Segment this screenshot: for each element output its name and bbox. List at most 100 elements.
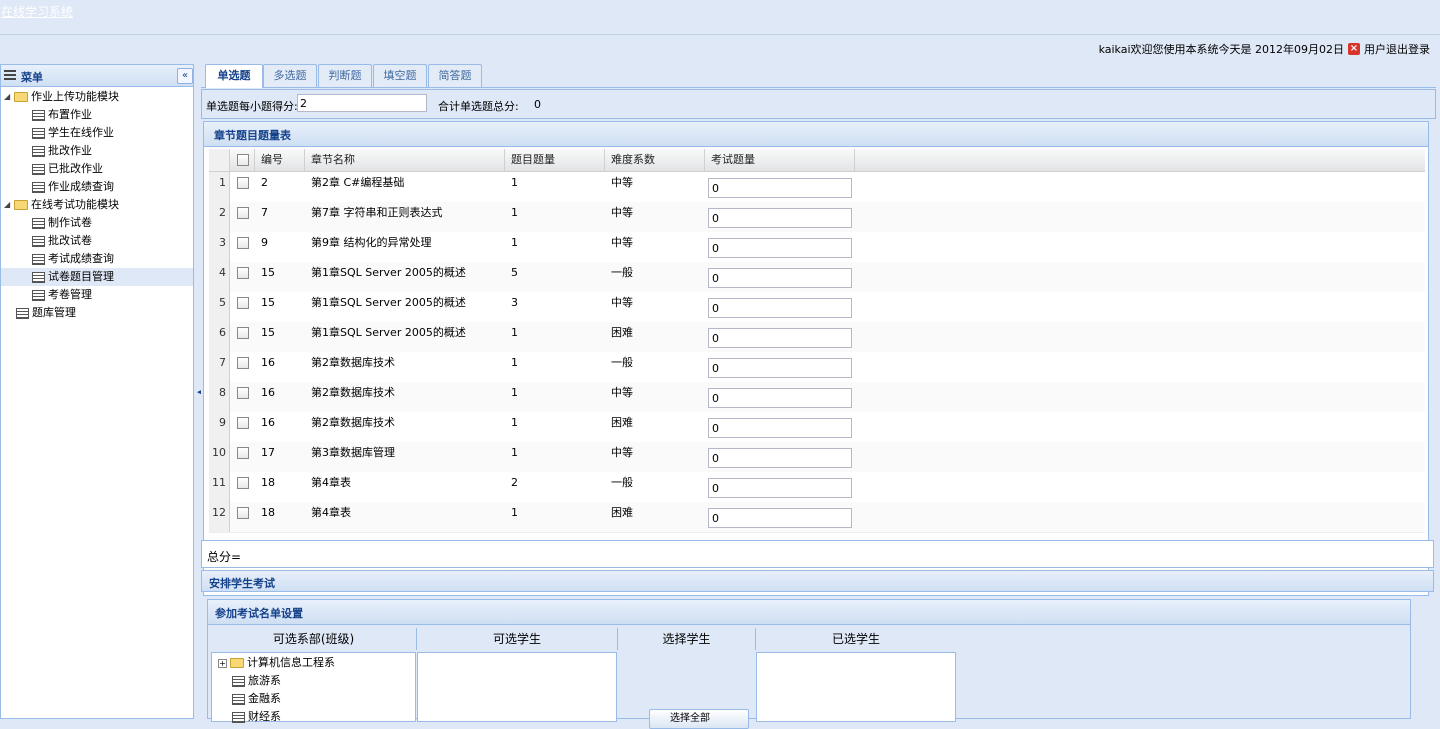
document-icon [32, 253, 45, 265]
table-row[interactable]: 12 18 第4章表 1 困难 [209, 502, 1425, 533]
table-row[interactable]: 2 7 第7章 字符串和正则表达式 1 中等 [209, 202, 1425, 233]
sidebar-item-question-bank[interactable]: 题库管理 [16, 304, 76, 322]
row-checkbox[interactable] [237, 477, 249, 489]
dept-item-finance[interactable]: 金融系 [232, 690, 281, 708]
sidebar-item-graded-homework[interactable]: 已批改作业 [32, 160, 103, 178]
select-all-checkbox[interactable] [237, 154, 249, 166]
cell-difficulty: 中等 [611, 296, 633, 309]
tab-fill-blank[interactable]: 填空题 [373, 64, 427, 87]
sidebar-item-exam-papers[interactable]: 考卷管理 [32, 286, 92, 304]
exam-count-input[interactable] [708, 508, 852, 528]
cell-count: 1 [511, 236, 518, 249]
table-row[interactable]: 8 16 第2章数据库技术 1 中等 [209, 382, 1425, 413]
column-header-id[interactable]: 编号 [255, 149, 305, 171]
folder-icon [14, 92, 28, 102]
row-checkbox[interactable] [237, 357, 249, 369]
dept-item-tourism[interactable]: 旅游系 [232, 672, 281, 690]
sidebar-item-assign-homework[interactable]: 布置作业 [32, 106, 92, 124]
column-header-exam-count[interactable]: 考试题量 [705, 149, 855, 171]
score-input[interactable] [297, 94, 427, 112]
cell-chapter: 第2章数据库技术 [311, 386, 395, 399]
sidebar-item-make-paper[interactable]: 制作试卷 [32, 214, 92, 232]
exam-count-input[interactable] [708, 448, 852, 468]
exam-count-input[interactable] [708, 388, 852, 408]
collapse-icon[interactable]: « [177, 68, 193, 84]
table-row[interactable]: 10 17 第3章数据库管理 1 中等 [209, 442, 1425, 473]
exam-count-input[interactable] [708, 478, 852, 498]
sidebar-menu: 菜单 « ◢ 作业上传功能模块 布置作业 学生在线作业 批改作业 已批改作业 作… [0, 64, 194, 719]
expand-arrow-icon[interactable]: ◢ [4, 88, 12, 106]
cell-count: 1 [511, 176, 518, 189]
row-checkbox[interactable] [237, 447, 249, 459]
row-number: 7 [209, 352, 230, 382]
row-checkbox[interactable] [237, 237, 249, 249]
document-icon [32, 181, 45, 193]
tab-short-answer[interactable]: 简答题 [428, 64, 482, 87]
row-checkbox[interactable] [237, 507, 249, 519]
expand-arrow-icon[interactable]: ◢ [4, 196, 12, 214]
exam-count-input[interactable] [708, 178, 852, 198]
row-checkbox[interactable] [237, 417, 249, 429]
sidebar-item-homework-scores[interactable]: 作业成绩查询 [32, 178, 114, 196]
column-header-chapter[interactable]: 章节名称 [305, 149, 505, 171]
sidebar-item-exam-scores[interactable]: 考试成绩查询 [32, 250, 114, 268]
exam-count-input[interactable] [708, 298, 852, 318]
menu-icon [4, 70, 16, 80]
exam-count-input[interactable] [708, 208, 852, 228]
column-header-count[interactable]: 题目题量 [505, 149, 605, 171]
table-row[interactable]: 4 15 第1章SQL Server 2005的概述 5 一般 [209, 262, 1425, 293]
row-checkbox[interactable] [237, 297, 249, 309]
dept-label: 旅游系 [248, 674, 281, 687]
select-all-button[interactable]: 选择全部 [649, 709, 749, 729]
grid-title: 章节题目题量表 [214, 129, 291, 142]
table-row[interactable]: 5 15 第1章SQL Server 2005的概述 3 中等 [209, 292, 1425, 323]
column-header-difficulty[interactable]: 难度系数 [605, 149, 705, 171]
table-row[interactable]: 7 16 第2章数据库技术 1 一般 [209, 352, 1425, 383]
sidebar-title: 菜单 [21, 71, 43, 84]
cell-id: 17 [261, 446, 275, 459]
row-checkbox[interactable] [237, 327, 249, 339]
exam-count-input[interactable] [708, 268, 852, 288]
sidebar-item-grade-paper[interactable]: 批改试卷 [32, 232, 92, 250]
sidebar-item-paper-questions[interactable]: 试卷题目管理 [1, 268, 193, 286]
row-checkbox[interactable] [237, 207, 249, 219]
grid-header-row: 编号 章节名称 题目题量 难度系数 考试题量 [209, 149, 1425, 172]
exam-count-input[interactable] [708, 358, 852, 378]
table-row[interactable]: 11 18 第4章表 2 一般 [209, 472, 1425, 503]
available-students-list[interactable] [417, 652, 617, 722]
table-row[interactable]: 1 2 第2章 C#编程基础 1 中等 [209, 172, 1425, 203]
exam-count-input[interactable] [708, 238, 852, 258]
logout-link[interactable]: 用户退出登录 [1364, 41, 1430, 57]
cell-chapter: 第3章数据库管理 [311, 446, 395, 459]
attendee-panel: 参加考试名单设置 可选系部(班级) 可选学生 选择学生 已选学生 + 计算机信息… [207, 599, 1411, 729]
cell-count: 1 [511, 326, 518, 339]
table-row[interactable]: 6 15 第1章SQL Server 2005的概述 1 困难 [209, 322, 1425, 353]
close-icon[interactable]: × [1348, 43, 1360, 55]
dept-item-computer[interactable]: + 计算机信息工程系 [218, 654, 335, 672]
exam-count-input[interactable] [708, 328, 852, 348]
row-checkbox[interactable] [237, 177, 249, 189]
app-title-link[interactable]: 在线学习系统 [1, 3, 73, 20]
tab-multiple-choice[interactable]: 多选题 [263, 64, 317, 87]
row-checkbox[interactable] [237, 387, 249, 399]
tree-group-exam[interactable]: ◢ 在线考试功能模块 [4, 196, 119, 214]
sidebar-item-online-homework[interactable]: 学生在线作业 [32, 124, 114, 142]
document-icon [32, 145, 45, 157]
document-icon [32, 127, 45, 139]
table-row[interactable]: 3 9 第9章 结构化的异常处理 1 中等 [209, 232, 1425, 263]
selected-students-list[interactable] [756, 652, 956, 722]
dept-label: 财经系 [248, 710, 281, 723]
welcome-text: kaikai欢迎您使用本系统今天是 2012年09月02日 [1098, 43, 1344, 56]
row-number: 3 [209, 232, 230, 262]
row-checkbox[interactable] [237, 267, 249, 279]
table-row[interactable]: 9 16 第2章数据库技术 1 困难 [209, 412, 1425, 443]
sidebar-item-label: 试卷题目管理 [48, 270, 114, 283]
tree-group-homework[interactable]: ◢ 作业上传功能模块 [4, 88, 119, 106]
sidebar-item-label: 题库管理 [32, 306, 76, 319]
expand-plus-icon[interactable]: + [218, 658, 227, 668]
exam-count-input[interactable] [708, 418, 852, 438]
tab-true-false[interactable]: 判断题 [318, 64, 372, 87]
sidebar-item-grade-homework[interactable]: 批改作业 [32, 142, 92, 160]
tab-single-choice[interactable]: 单选题 [205, 64, 263, 88]
dept-item-economics[interactable]: 财经系 [232, 708, 281, 726]
